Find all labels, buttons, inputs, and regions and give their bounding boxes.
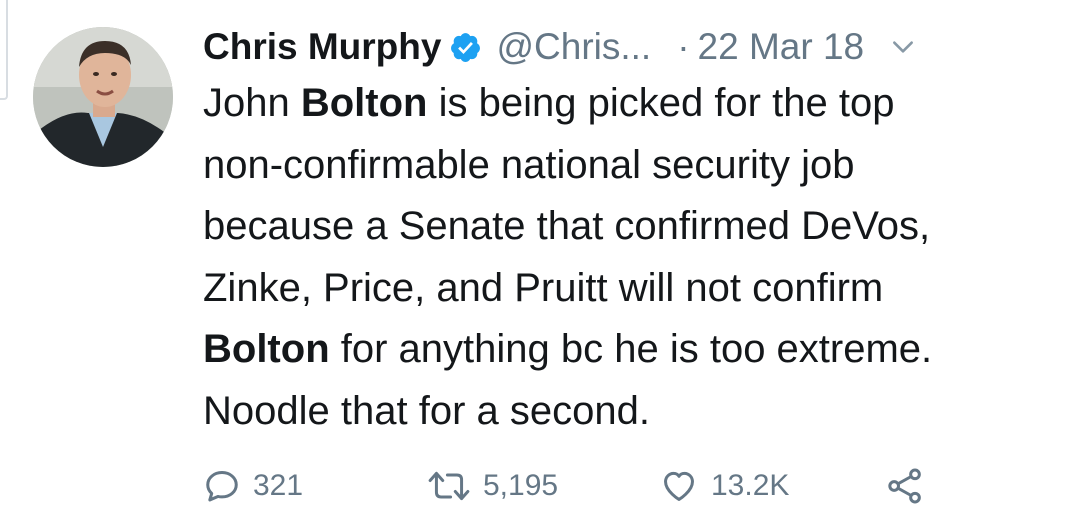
tweet-text-line: because a Senate that confirmed DeVos,	[203, 196, 1053, 258]
separator-dot: ·	[677, 26, 690, 67]
highlighted-keyword: Bolton	[203, 327, 330, 371]
tweet-date[interactable]: 22 Mar 18	[698, 26, 865, 68]
author-handle[interactable]: @Chris...	[496, 26, 651, 68]
reply-bubble-icon	[203, 467, 241, 505]
share-icon	[885, 466, 925, 506]
tweet-actions: 321 5,195 13.2K	[203, 458, 925, 514]
like-button[interactable]: 13.2K	[659, 467, 885, 505]
share-button[interactable]	[885, 466, 925, 506]
tweet-text-segment: Zinke, Price, and Pruitt will not confir…	[203, 265, 884, 310]
reply-count: 321	[253, 469, 304, 502]
chevron-down-icon[interactable]	[890, 34, 916, 60]
tweet-header: Chris Murphy @Chris... · 22 Mar 18	[203, 18, 1053, 76]
tweet-text-segment: for anything bc he is too extreme.	[329, 327, 933, 371]
tweet-text-segment: John	[203, 81, 301, 125]
retweet-count: 5,195	[483, 469, 559, 502]
verified-badge-icon	[449, 31, 482, 64]
avatar-photo	[33, 27, 173, 167]
tweet-text-line: John Bolton is being picked for the top	[203, 73, 1053, 135]
tweet-text-segment: non-confirmable national security job	[203, 142, 855, 187]
avatar[interactable]	[33, 27, 173, 167]
author-name[interactable]: Chris Murphy	[203, 26, 441, 68]
tweet-text-segment: is being picked for the top	[427, 81, 895, 125]
highlighted-keyword: Bolton	[300, 81, 428, 125]
tweet-text-segment: because a Senate that confirmed DeVos,	[203, 204, 931, 248]
tweet-text-line: Noodle that for a second.	[203, 381, 1053, 443]
like-count: 13.2K	[711, 469, 790, 502]
tweet-content: Chris Murphy @Chris... · 22 Mar 18 John …	[203, 18, 1053, 442]
retweet-icon	[427, 467, 471, 505]
heart-icon	[659, 467, 699, 505]
tweet-text-line: Bolton for anything bc he is too extreme…	[203, 319, 1053, 381]
tweet-text-line: Zinke, Price, and Pruitt will not confir…	[203, 258, 1053, 320]
tweet-text-line: non-confirmable national security job	[203, 135, 1053, 197]
reply-button[interactable]: 321	[203, 467, 427, 505]
divider	[0, 0, 8, 100]
retweet-button[interactable]: 5,195	[427, 467, 659, 505]
tweet-text-segment: Noodle that for a second.	[203, 388, 650, 433]
tweet-text: John Bolton is being picked for the top n…	[203, 73, 1053, 442]
tweet-card[interactable]: Chris Murphy @Chris... · 22 Mar 18 John …	[0, 0, 1072, 531]
